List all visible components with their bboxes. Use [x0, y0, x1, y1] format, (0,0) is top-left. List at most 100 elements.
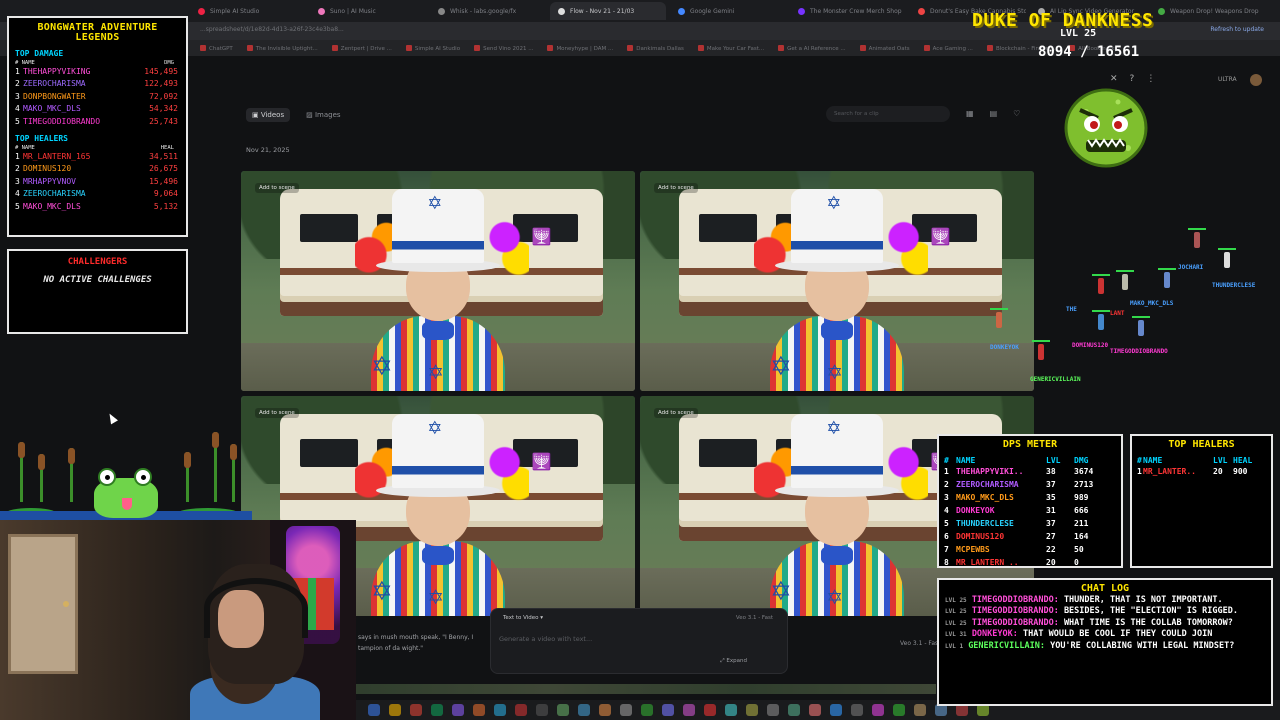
- expand-button[interactable]: ⤢ Expand: [720, 658, 747, 665]
- party-member-sprite: [1032, 340, 1050, 360]
- bookmark-item[interactable]: Dankimals Dallas: [627, 45, 684, 52]
- taskbar-app-icon[interactable]: [704, 704, 716, 716]
- prompt-mode-select[interactable]: Text to Video ▾: [503, 615, 543, 621]
- party-sprites: JOCHARI THUNDERCLESE MAKO_MKC_DLS THE LANT DO…: [960, 228, 1270, 388]
- taskbar-app-icon[interactable]: [473, 704, 485, 716]
- taskbar-app-icon[interactable]: [389, 704, 401, 716]
- player-name: DOMINUS120: [23, 164, 72, 174]
- bookmark-item[interactable]: Make Your Car Fast...: [698, 45, 764, 52]
- taskbar-app-icon[interactable]: [872, 704, 884, 716]
- bookmark-item[interactable]: Simple AI Studio: [406, 45, 460, 52]
- taskbar-app-icon[interactable]: [557, 704, 569, 716]
- bookmark-item[interactable]: Moneyhype | DAM ...: [547, 45, 613, 52]
- chat-message: LVL 25 TIMEGODDIOBRANDO: BESIDES, THE "E…: [945, 606, 1265, 617]
- prompt-input[interactable]: Generate a video with text...: [499, 635, 592, 643]
- model-select[interactable]: Veo 3.1 - Fast: [736, 615, 773, 621]
- bookmark-item[interactable]: ChatGPT: [200, 45, 233, 52]
- bookmark-item[interactable]: Send Vino 2021 ...: [474, 45, 533, 52]
- player-name: ZEEROCHARISMA: [956, 480, 1019, 489]
- chat-message: LVL 31 DONKEYOK: THAT WOULD BE COOL IF T…: [945, 629, 1265, 640]
- taskbar-app-icon[interactable]: [809, 704, 821, 716]
- refresh-to-update-link[interactable]: Refresh to update: [1210, 26, 1264, 33]
- dps-head-name: NAME: [956, 456, 976, 465]
- clip-search-input[interactable]: Search for a clip: [826, 106, 950, 122]
- taskbar-app-icon[interactable]: [368, 704, 380, 716]
- player-name: THEHAPPYVIKING: [23, 67, 91, 76]
- bookmark-item[interactable]: Animated Oats: [860, 45, 910, 52]
- chat-username: TIMEGODDIOBRANDO:: [971, 595, 1059, 605]
- tab-favicon-icon: [198, 7, 205, 15]
- taskbar-app-icon[interactable]: [620, 704, 632, 716]
- taskbar-app-icon[interactable]: [494, 704, 506, 716]
- add-to-scene-button[interactable]: Add to scene: [654, 183, 698, 193]
- favorite-icon[interactable]: ♡: [1013, 109, 1020, 118]
- add-to-scene-button[interactable]: Add to scene: [255, 183, 299, 193]
- party-member-label: THE: [1066, 306, 1077, 313]
- player-level: 37: [1046, 519, 1056, 528]
- streamer: [190, 564, 320, 720]
- taskbar-app-icon[interactable]: [536, 704, 548, 716]
- player-name: THEHAPPYVIKI..: [956, 467, 1024, 476]
- video-tile[interactable]: משכן יוסף🕎✡✡✡ Add to scene: [241, 171, 635, 391]
- chat-message: LVL 1 GENERICVILLAIN: YOU'RE COLLABING W…: [945, 641, 1265, 652]
- tab-favicon-icon: [558, 7, 565, 15]
- damage-value: 122,493: [144, 79, 178, 89]
- prompt-excerpt: says in mush mouth speak, "I Benny, I ta…: [358, 634, 474, 652]
- taskbar-app-icon[interactable]: [893, 704, 905, 716]
- browser-tab-label: The Monster Crew Merch Shop: [810, 7, 902, 15]
- taskbar-app-icon[interactable]: [515, 704, 527, 716]
- chat-log-title: CHAT LOG: [1080, 583, 1130, 594]
- add-to-scene-button[interactable]: Add to scene: [654, 408, 698, 418]
- dps-title: DPS METER: [1002, 439, 1058, 450]
- bookmark-item[interactable]: Get a AI Reference ...: [778, 45, 846, 52]
- tab-images[interactable]: ▨ Images: [300, 108, 346, 122]
- browser-tab[interactable]: Weapon Drop! Weapons Drop: [1150, 2, 1266, 20]
- damage-value: 3674: [1074, 467, 1094, 476]
- browser-tab[interactable]: Google Gemini: [670, 2, 786, 20]
- browser-tab[interactable]: Simple AI Studio: [190, 2, 306, 20]
- taskbar-app-icon[interactable]: [788, 704, 800, 716]
- rank: 6: [944, 532, 949, 541]
- avatar[interactable]: [1250, 74, 1262, 86]
- chat-text: WHAT TIME IS THE COLLAB TOMORROW?: [1063, 617, 1233, 628]
- rank: 4: [15, 104, 20, 114]
- taskbar-app-icon[interactable]: [683, 704, 695, 716]
- list-view-icon[interactable]: ▤: [990, 109, 998, 118]
- bookmark-item[interactable]: The Invisible Uptight...: [247, 45, 318, 52]
- browser-tab[interactable]: Suno | AI Music: [310, 2, 426, 20]
- party-member-sprite: [1092, 310, 1110, 330]
- taskbar-app-icon[interactable]: [746, 704, 758, 716]
- taskbar-app-icon[interactable]: [662, 704, 674, 716]
- taskbar-app-icon[interactable]: [914, 704, 926, 716]
- grid-view-icon[interactable]: ▦: [966, 109, 974, 118]
- taskbar-app-icon[interactable]: [410, 704, 422, 716]
- browser-tab[interactable]: Flow - Nov 21 - 21/03: [550, 2, 666, 20]
- tab-favicon-icon: [318, 7, 325, 15]
- browser-tab[interactable]: Whisk - labs.google/fx: [430, 2, 546, 20]
- taskbar-app-icon[interactable]: [431, 704, 443, 716]
- dps-header: # NAME LVL DMG: [944, 456, 1116, 465]
- taskbar-app-icon[interactable]: [830, 704, 842, 716]
- taskbar-app-icon[interactable]: [725, 704, 737, 716]
- add-to-scene-button[interactable]: Add to scene: [255, 408, 299, 418]
- taskbar-app-icon[interactable]: [767, 704, 779, 716]
- chat-username: TIMEGODDIOBRANDO:: [971, 606, 1059, 617]
- url-text[interactable]: ...spreadsheet/d/1e82d-4d13-a26f-23c4e3b…: [200, 26, 344, 33]
- top-healers-title: TOP HEALERS: [15, 134, 68, 144]
- browser-tab-label: Suno | AI Music: [330, 7, 376, 15]
- chat-log-panel: CHAT LOG LVL 25 TIMEGODDIOBRANDO: THUNDE…: [937, 578, 1273, 706]
- healer-row: 5 MAKO_MKC_DLS 5,132: [15, 201, 180, 213]
- view-toggle: ▦ ▤ ♡: [966, 109, 1020, 118]
- taskbar-app-icon[interactable]: [641, 704, 653, 716]
- damage-row: 4 MAKO_MKC_DLS 54,342: [15, 103, 180, 115]
- rank: 8: [944, 558, 949, 567]
- taskbar-app-icon[interactable]: [599, 704, 611, 716]
- browser-tab[interactable]: The Monster Crew Merch Shop: [790, 2, 906, 20]
- taskbar-app-icon[interactable]: [452, 704, 464, 716]
- taskbar-app-icon[interactable]: [578, 704, 590, 716]
- bookmark-item[interactable]: Zentpert | Drive ...: [332, 45, 392, 52]
- tab-videos[interactable]: ▣ Videos: [246, 108, 291, 122]
- bookmark-item[interactable]: Ace Gaming ...: [924, 45, 973, 52]
- rank: 1: [15, 67, 20, 76]
- taskbar-app-icon[interactable]: [851, 704, 863, 716]
